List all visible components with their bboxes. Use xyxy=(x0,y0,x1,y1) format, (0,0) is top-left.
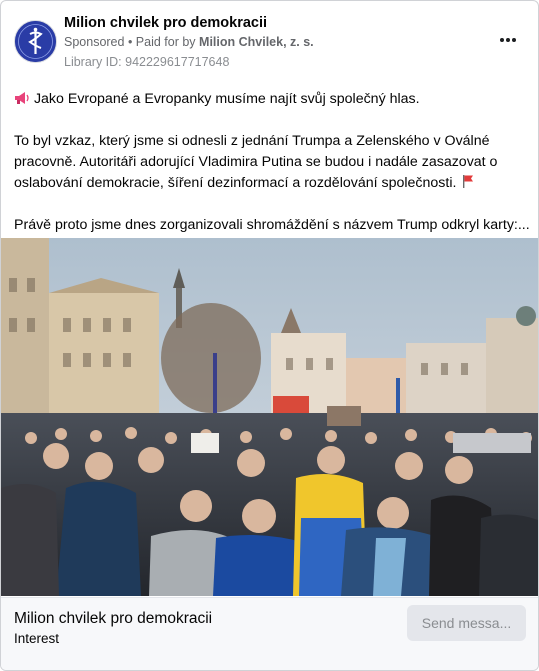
paid-for-name[interactable]: Milion Chvilek, z. s. xyxy=(199,35,314,49)
megaphone-icon xyxy=(15,92,29,104)
send-message-button[interactable]: Send messa... xyxy=(407,605,526,641)
post-header: Milion chvilek pro demokracii Sponsored … xyxy=(1,1,538,77)
paid-for-prefix: Paid for by xyxy=(135,35,200,49)
sponsored-label: Sponsored xyxy=(64,35,125,49)
sponsored-meta: Sponsored • Paid for by Milion Chvilek, … xyxy=(64,35,314,49)
post-text: Jako Evropané a Evropanky musíme najít s… xyxy=(14,89,529,236)
logo-icon xyxy=(15,21,56,62)
paragraph-3[interactable]: Právě proto jsme dnes zorganizovali shro… xyxy=(14,215,529,236)
crowd-photo-illustration xyxy=(1,238,538,596)
library-id: Library ID: 942229617717648 xyxy=(64,55,230,69)
page-name[interactable]: Milion chvilek pro demokracii xyxy=(64,15,267,31)
sponsored-post-card: Milion chvilek pro demokracii Sponsored … xyxy=(0,0,539,671)
post-footer: Milion chvilek pro demokracii Interest S… xyxy=(1,597,538,670)
paragraph-2-line-1: To byl vzkaz, který jsme si odnesli z je… xyxy=(14,133,490,149)
paragraph-1-text: Jako Evropané a Evropanky musíme najít s… xyxy=(33,91,420,107)
page-avatar[interactable] xyxy=(14,20,57,63)
red-flag-icon xyxy=(463,175,474,188)
footer-title[interactable]: Milion chvilek pro demokracii xyxy=(14,610,212,628)
post-photo[interactable] xyxy=(1,238,538,596)
more-options-icon[interactable] xyxy=(496,29,520,51)
meta-separator: • xyxy=(124,35,136,49)
paragraph-1: Jako Evropané a Evropanky musíme najít s… xyxy=(14,89,529,110)
footer-subtitle: Interest xyxy=(14,631,60,646)
paragraph-2-line-3: oslabování demokracie, šíření dezinforma… xyxy=(14,173,529,194)
paragraph-2-line-2: pracovně. Autoritáři adorující Vladimira… xyxy=(14,154,498,170)
paragraph-2-line-3-text: oslabování demokracie, šíření dezinforma… xyxy=(14,175,457,191)
